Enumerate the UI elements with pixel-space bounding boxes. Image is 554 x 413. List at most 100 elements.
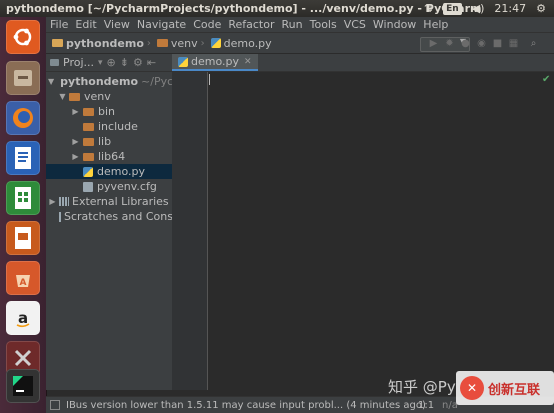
menu-help[interactable]: Help — [423, 18, 448, 31]
ubuntu-dash-icon[interactable] — [6, 20, 40, 54]
window-title: pythondemo [~/PycharmProjects/pythondemo… — [6, 2, 482, 15]
hide-panel-icon[interactable]: ⇤ — [147, 56, 156, 69]
unity-launcher: A a — [0, 17, 47, 413]
menu-view[interactable]: View — [104, 18, 130, 31]
volume-icon[interactable]: ◀) — [472, 2, 485, 15]
network-arrows-icon[interactable]: ⇅ — [424, 2, 433, 15]
tool-windows-icon[interactable] — [50, 400, 60, 410]
folder-icon — [83, 122, 94, 131]
tree-item-venv[interactable]: ▼ venv — [46, 89, 172, 104]
watermark-logo-icon: ✕ — [460, 376, 484, 400]
software-center-icon[interactable]: A — [6, 261, 40, 295]
editor-gutter — [172, 72, 208, 390]
caret-position[interactable]: 1:1 — [418, 400, 434, 411]
menu-bar: File Edit View Navigate Code Refactor Ru… — [46, 17, 554, 32]
tab-demo-py[interactable]: demo.py ✕ — [172, 54, 258, 71]
debug-icon[interactable]: ✹ — [444, 38, 455, 49]
project-view-dropdown[interactable]: Proj... — [63, 56, 94, 69]
library-icon — [59, 197, 69, 206]
libreoffice-calc-icon[interactable] — [6, 181, 40, 215]
menu-file[interactable]: File — [50, 18, 68, 31]
scratch-icon — [59, 211, 61, 222]
navigation-bar: pythondemo › venv › demo.py ▼ ▶ ✹ ● ◉ ■ … — [46, 32, 554, 54]
menu-navigate[interactable]: Navigate — [137, 18, 186, 31]
svg-text:a: a — [18, 309, 28, 327]
menu-run[interactable]: Run — [282, 18, 303, 31]
tree-item-label: pyvenv.cfg — [97, 180, 157, 193]
svg-text:A: A — [20, 278, 27, 288]
breadcrumb-project[interactable]: pythondemo — [46, 37, 147, 50]
tree-item-label: include — [98, 120, 138, 133]
code-editor[interactable] — [208, 72, 554, 390]
run-icon[interactable]: ▶ — [428, 38, 439, 49]
menu-refactor[interactable]: Refactor — [228, 18, 274, 31]
tree-item-label: External Libraries — [72, 195, 169, 208]
collapsed-arrow-icon[interactable]: ▶ — [48, 197, 57, 206]
watermark-text: 创新互联 — [488, 382, 541, 398]
tree-item-bin[interactable]: ▶ bin — [46, 104, 172, 119]
search-everywhere-icon[interactable]: ⌕ — [528, 38, 539, 49]
python-file-icon — [210, 38, 221, 48]
folder-icon — [52, 39, 63, 47]
tree-item-demo-py[interactable]: demo.py — [46, 164, 172, 179]
menu-window[interactable]: Window — [373, 18, 416, 31]
tree-item-include[interactable]: include — [46, 119, 172, 134]
breadcrumb-venv[interactable]: venv — [151, 37, 201, 50]
power-gear-icon[interactable]: ⚙ — [536, 2, 546, 15]
close-tab-icon[interactable]: ✕ — [244, 57, 252, 67]
editor-tabs-bar: demo.py ✕ — [172, 54, 554, 72]
breadcrumb-label: demo.py — [223, 36, 272, 50]
folder-icon — [83, 107, 94, 116]
tree-item-label: lib — [98, 135, 112, 148]
folder-icon — [83, 137, 94, 146]
amazon-icon[interactable]: a — [6, 301, 40, 335]
clock[interactable]: 21:47 — [494, 2, 526, 15]
chevron-down-icon[interactable]: ▾ — [98, 58, 103, 68]
tree-item-scratches[interactable]: Scratches and Consoles — [46, 209, 172, 224]
folder-icon — [69, 92, 80, 101]
project-panel-header: Proj... ▾ ⊕ ⇟ ⚙ ⇤ — [46, 54, 172, 72]
folder-icon — [156, 39, 168, 47]
expand-arrow-icon[interactable]: ▼ — [58, 92, 67, 101]
project-structure-icon[interactable]: ▦ — [508, 38, 519, 49]
keyboard-layout-indicator[interactable]: En — [443, 2, 462, 15]
collapsed-arrow-icon[interactable]: ▶ — [71, 137, 80, 146]
inspection-ok-icon[interactable]: ✔ — [542, 74, 550, 85]
tree-item-lib[interactable]: ▶ lib — [46, 134, 172, 149]
expand-arrow-icon[interactable]: ▼ — [48, 77, 54, 86]
tree-item-path: ~/PycharmProjects/pythondemo — [141, 75, 172, 88]
python-file-icon — [83, 166, 93, 177]
menu-vcs[interactable]: VCS — [344, 18, 366, 31]
tree-item-external-libraries[interactable]: ▶ External Libraries — [46, 194, 172, 209]
firefox-icon[interactable] — [6, 101, 40, 135]
config-file-icon — [83, 181, 93, 192]
profile-icon[interactable]: ◉ — [476, 38, 487, 49]
menu-code[interactable]: Code — [193, 18, 221, 31]
collapsed-arrow-icon[interactable]: ▶ — [71, 152, 80, 161]
tree-item-pyvenv-cfg[interactable]: pyvenv.cfg — [46, 179, 172, 194]
breadcrumb-label: pythondemo — [66, 36, 144, 50]
collapse-all-icon[interactable]: ⇟ — [120, 56, 129, 69]
stop-icon[interactable]: ■ — [492, 38, 503, 49]
tree-item-pythondemo[interactable]: ▼ pythondemo ~/PycharmProjects/pythondem… — [46, 74, 172, 89]
window-title-bar: pythondemo [~/PycharmProjects/pythondemo… — [0, 0, 554, 17]
tree-item-label: bin — [98, 105, 116, 118]
menu-edit[interactable]: Edit — [75, 18, 96, 31]
tab-label: demo.py — [191, 55, 239, 68]
scroll-from-source-icon[interactable]: ⊕ — [107, 56, 116, 69]
libreoffice-impress-icon[interactable] — [6, 221, 40, 255]
breadcrumb-label: venv — [170, 36, 198, 50]
tree-item-label: pythondemo — [60, 75, 139, 88]
libreoffice-writer-icon[interactable] — [6, 141, 40, 175]
status-message[interactable]: IBus version lower than 1.5.11 may cause… — [66, 400, 426, 411]
files-manager-icon[interactable] — [6, 61, 40, 95]
gear-icon[interactable]: ⚙ — [133, 56, 143, 69]
menu-tools[interactable]: Tools — [310, 18, 337, 31]
breadcrumb-file[interactable]: demo.py — [205, 37, 275, 50]
tree-item-label: demo.py — [97, 165, 145, 178]
collapsed-arrow-icon[interactable]: ▶ — [71, 107, 80, 116]
coverage-icon[interactable]: ● — [460, 38, 471, 49]
pycharm-icon[interactable] — [6, 369, 40, 403]
tree-item-label: Scratches and Consoles — [64, 210, 172, 223]
tree-item-lib64[interactable]: ▶ lib64 — [46, 149, 172, 164]
